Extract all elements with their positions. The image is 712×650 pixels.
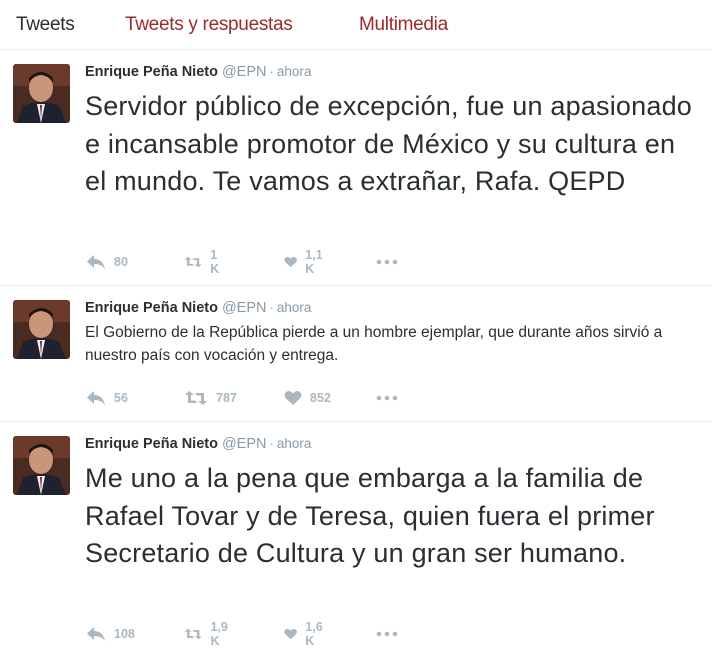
tweet[interactable]: Enrique Peña Nieto @EPN · ahora El Gobierno…: [0, 286, 712, 422]
tweet-header: Enrique Peña Nieto @EPN · ahora: [85, 300, 311, 316]
more-button[interactable]: [376, 624, 398, 644]
tweet-text: Me uno a la pena que embarga a la famili…: [85, 463, 655, 568]
more-button[interactable]: [376, 252, 398, 272]
reply-count: 108: [114, 627, 135, 641]
separator-dot: ·: [269, 436, 274, 451]
tweet[interactable]: Enrique Peña Nieto @EPN · ahora Me uno a la…: [0, 422, 712, 650]
author-name[interactable]: Enrique Peña Nieto: [85, 436, 218, 452]
tweet-header: Enrique Peña Nieto @EPN · ahora: [85, 64, 311, 80]
author-handle[interactable]: @EPN: [222, 436, 267, 452]
like-button[interactable]: 1,1 K: [284, 248, 327, 276]
heart-icon: [284, 391, 302, 405]
tweet[interactable]: Enrique Peña Nieto @EPN · ahora Servidor pú…: [0, 50, 712, 286]
reply-button[interactable]: 56: [86, 388, 128, 408]
reply-icon: [87, 255, 105, 269]
tab-tweets-replies[interactable]: Tweets y respuestas: [125, 14, 293, 36]
author-name[interactable]: Enrique Peña Nieto: [85, 64, 218, 80]
reply-button[interactable]: 80: [86, 252, 128, 272]
retweet-icon: [185, 391, 207, 405]
tweet-text: Servidor público de excepción, fue un ap…: [85, 91, 693, 196]
profile-timeline: Tweets Tweets y respuestas Multimedia En…: [0, 0, 712, 650]
reply-icon: [87, 627, 105, 641]
tweet-text: El Gobierno de la República pierde a un …: [85, 324, 663, 364]
more-button[interactable]: [376, 388, 398, 408]
reply-button[interactable]: 108: [86, 624, 135, 644]
retweet-button[interactable]: 1,9 K: [184, 620, 233, 648]
separator-dot: ·: [269, 300, 274, 315]
like-count: 852: [310, 391, 331, 405]
retweet-count: 787: [216, 391, 237, 405]
heart-icon: [284, 256, 297, 268]
reply-count: 56: [114, 391, 128, 405]
reply-icon: [87, 391, 105, 405]
avatar[interactable]: [13, 300, 70, 359]
like-button[interactable]: 1,6 K: [284, 620, 327, 648]
retweet-icon: [184, 256, 202, 268]
like-count: 1,1 K: [305, 248, 323, 276]
tab-tweets[interactable]: Tweets: [16, 14, 75, 36]
tweet-timestamp[interactable]: ahora: [277, 436, 312, 451]
avatar[interactable]: [13, 64, 70, 123]
more-icon: [376, 395, 398, 401]
heart-icon: [284, 628, 297, 640]
retweet-icon: [184, 628, 202, 640]
like-button[interactable]: 852: [284, 388, 331, 408]
author-handle[interactable]: @EPN: [222, 300, 267, 316]
tab-media[interactable]: Multimedia: [359, 14, 448, 36]
more-icon: [376, 631, 398, 637]
retweet-count: 1,9 K: [210, 620, 228, 648]
more-icon: [376, 259, 398, 265]
profile-tabs: Tweets Tweets y respuestas Multimedia: [0, 0, 712, 50]
tweet-timestamp[interactable]: ahora: [277, 64, 312, 79]
reply-count: 80: [114, 255, 128, 269]
retweet-count: 1 K: [210, 248, 220, 276]
avatar[interactable]: [13, 436, 70, 495]
separator-dot: ·: [269, 64, 274, 79]
author-name[interactable]: Enrique Peña Nieto: [85, 300, 218, 316]
like-count: 1,6 K: [305, 620, 323, 648]
tweet-timestamp[interactable]: ahora: [277, 300, 312, 315]
tweet-header: Enrique Peña Nieto @EPN · ahora: [85, 436, 311, 452]
retweet-button[interactable]: 787: [184, 388, 237, 408]
retweet-button[interactable]: 1 K: [184, 248, 225, 276]
author-handle[interactable]: @EPN: [222, 64, 267, 80]
